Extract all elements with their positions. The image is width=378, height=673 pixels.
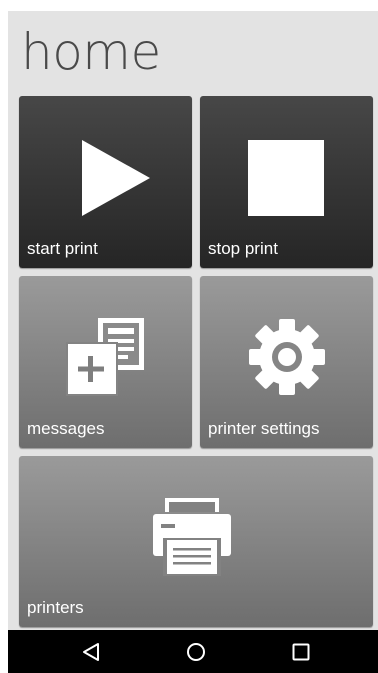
stop-print-tile[interactable]: stop print: [200, 96, 373, 268]
home-button[interactable]: [166, 630, 226, 673]
recents-icon: [292, 643, 310, 660]
printers-label: printers: [27, 598, 84, 617]
home-screen: home start print stop print messages pri…: [8, 11, 378, 630]
start-print-tile[interactable]: start print: [19, 96, 192, 268]
gear-icon: [249, 319, 325, 395]
back-icon: [83, 642, 99, 661]
navigation-bar: [8, 630, 378, 673]
play-icon: [82, 140, 150, 216]
home-icon: [187, 642, 205, 661]
start-print-label: start print: [27, 239, 98, 258]
status-bar-area: [0, 0, 378, 11]
messages-tile[interactable]: messages: [19, 276, 192, 448]
page-title: home: [21, 23, 161, 81]
printer-settings-tile[interactable]: printer settings: [200, 276, 373, 448]
messages-icon: [66, 318, 144, 396]
back-button[interactable]: [61, 630, 121, 673]
stop-icon: [248, 140, 324, 216]
messages-label: messages: [27, 419, 105, 438]
recents-button[interactable]: [271, 630, 331, 673]
stop-print-label: stop print: [208, 239, 278, 258]
printers-tile[interactable]: printers: [19, 456, 373, 627]
printer-settings-label: printer settings: [208, 419, 320, 438]
printer-icon: [153, 498, 231, 576]
